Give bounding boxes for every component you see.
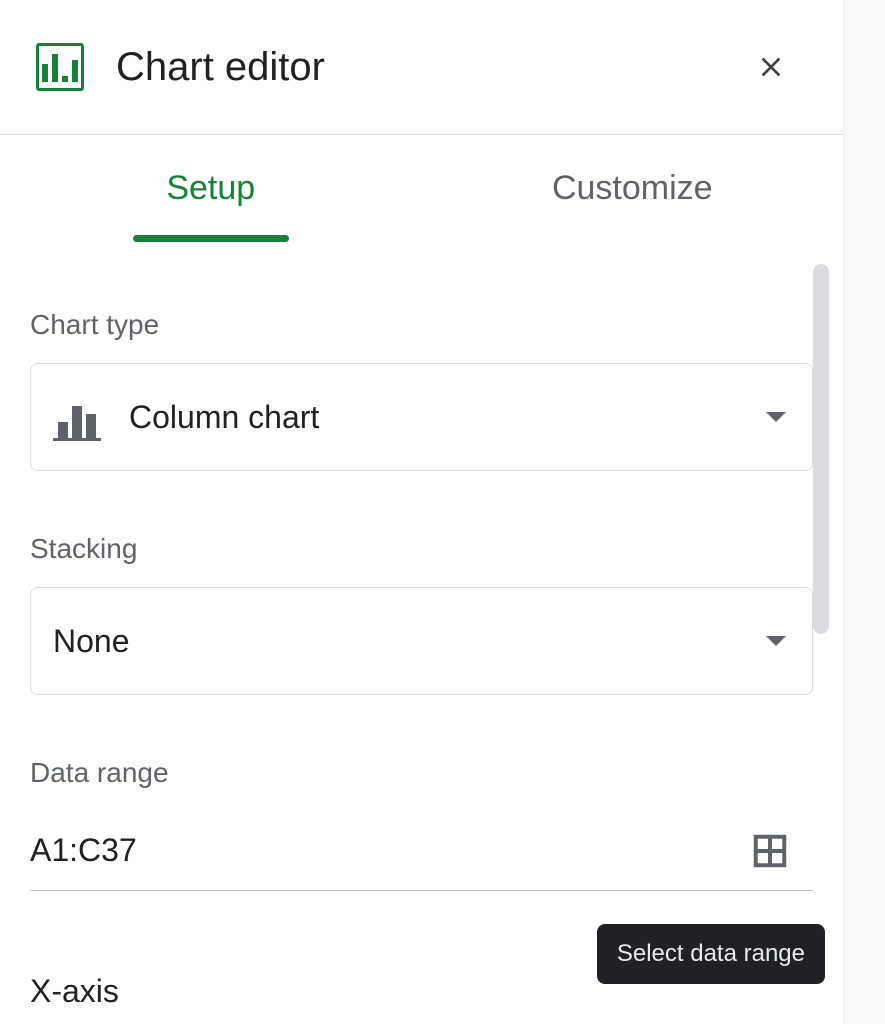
data-range-input[interactable] <box>30 832 749 869</box>
tab-setup[interactable]: Setup <box>0 169 422 208</box>
editor-tabs: Setup Customize <box>0 135 843 241</box>
scrollbar-thumb[interactable] <box>813 264 829 634</box>
column-chart-icon <box>53 393 101 441</box>
grid-icon <box>751 832 789 870</box>
close-button[interactable] <box>747 43 795 91</box>
chart-type-dropdown[interactable]: Column chart <box>30 363 813 471</box>
panel-title: Chart editor <box>116 45 747 90</box>
tab-customize-label: Customize <box>552 169 713 207</box>
select-data-range-button[interactable] <box>749 830 791 872</box>
tab-setup-label: Setup <box>166 169 255 207</box>
data-range-row <box>30 811 813 891</box>
chart-type-value: Column chart <box>129 399 766 436</box>
chart-type-label: Chart type <box>30 309 813 341</box>
data-range-label: Data range <box>30 757 813 789</box>
stacking-label: Stacking <box>30 533 813 565</box>
close-icon <box>755 51 787 83</box>
stacking-dropdown[interactable]: None <box>30 587 813 695</box>
chart-editor-icon <box>36 43 84 91</box>
tab-customize[interactable]: Customize <box>422 169 844 208</box>
tab-active-underline <box>133 235 289 242</box>
right-edge-gutter <box>843 0 885 1024</box>
stacking-value: None <box>53 623 766 660</box>
chevron-down-icon <box>766 412 786 422</box>
chevron-down-icon <box>766 636 786 646</box>
select-data-range-tooltip: Select data range <box>597 924 825 984</box>
chart-editor-header: Chart editor <box>0 0 843 134</box>
